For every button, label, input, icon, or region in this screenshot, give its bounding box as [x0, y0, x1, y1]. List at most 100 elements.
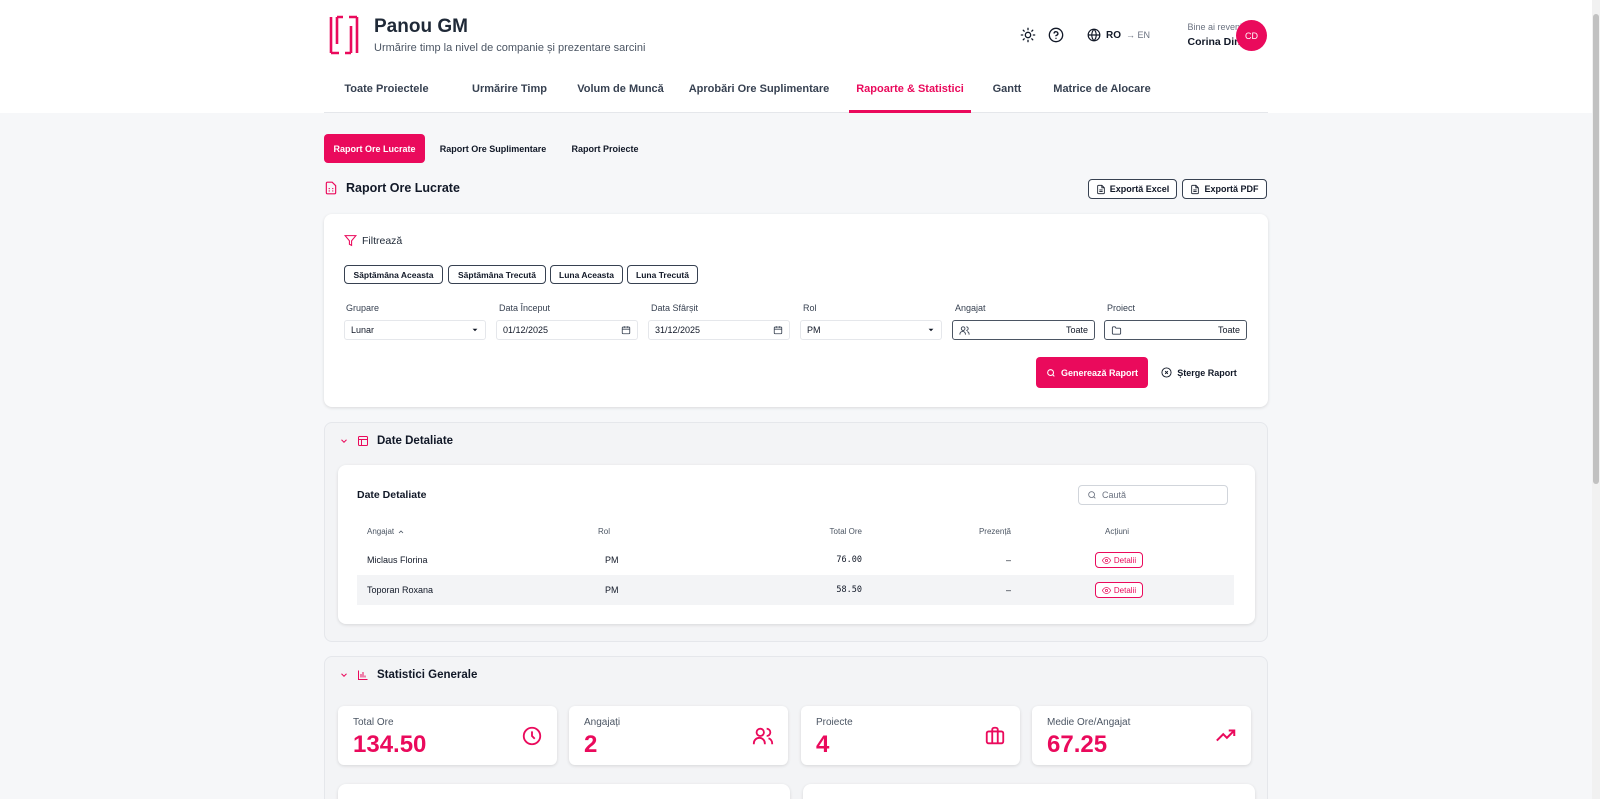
tab-time-tracking[interactable]: Urmărire Timp: [462, 72, 557, 113]
subtab-projects[interactable]: Raport Proiecte: [565, 134, 645, 163]
cell-total-hours: 76.00: [836, 555, 862, 565]
tab-overtime-approvals[interactable]: Aprobări Ore Suplimentare: [684, 72, 834, 113]
clear-report-label: Șterge Raport: [1177, 367, 1237, 378]
filter-card: Filtrează Săptămâna Aceasta Săptămâna Tr…: [324, 214, 1268, 407]
role-label: Rol: [803, 303, 817, 313]
cell-presence: –: [1005, 555, 1011, 565]
globe-icon: [1087, 28, 1101, 42]
search-icon: [1046, 368, 1056, 378]
help-icon[interactable]: [1048, 27, 1064, 43]
subtab-worked-hours[interactable]: Raport Ore Lucrate: [324, 134, 425, 163]
filter-title: Filtrează: [362, 234, 403, 247]
details-section: Date Detaliate Date Detaliate Caută Anga…: [324, 422, 1268, 642]
table-row: Miclaus Florina PM 76.00 – Detalii: [357, 545, 1234, 575]
app-header: Panou GM Urmărire timp la nivel de compa…: [324, 0, 1268, 70]
scrollbar-thumb[interactable]: [1593, 14, 1599, 484]
report-title: Raport Ore Lucrate: [346, 181, 460, 195]
details-card: Date Detaliate Caută Angajat Rol Total O…: [338, 465, 1255, 624]
grouping-label: Grupare: [346, 303, 380, 313]
column-header-presence[interactable]: Prezență: [968, 527, 1011, 536]
search-icon: [1087, 490, 1097, 500]
tab-all-projects[interactable]: Toate Proiectele: [324, 72, 449, 113]
caret-down-icon: [471, 326, 479, 334]
role-value: PM: [807, 325, 821, 335]
column-employee-label: Angajat: [367, 527, 395, 536]
filter-header: Filtrează: [344, 234, 402, 247]
report-header: Raport Ore Lucrate: [324, 180, 460, 196]
close-circle-icon: [1161, 367, 1172, 378]
stats-section: Statistici Generale Total Ore 134.50 Ang…: [324, 656, 1268, 799]
column-header-actions: Acțiuni: [1105, 527, 1130, 536]
language-current: RO: [1106, 29, 1121, 41]
subtab-overtime[interactable]: Raport Ore Suplimentare: [433, 134, 553, 163]
calendar-icon: [773, 325, 783, 335]
project-label: Proiect: [1107, 303, 1136, 313]
preset-this-month[interactable]: Luna Aceasta: [550, 265, 623, 284]
stat-card-total-hours: Total Ore 134.50: [338, 706, 557, 765]
preset-this-week[interactable]: Săptămâna Aceasta: [344, 265, 443, 284]
welcome-text: Bine ai revenit,: [1187, 22, 1247, 32]
users-icon: [959, 325, 970, 336]
users-icon: [752, 725, 774, 747]
tab-reports-statistics[interactable]: Rapoarte & Statistici: [849, 72, 971, 113]
caret-down-icon: [927, 326, 935, 334]
stats-section-header[interactable]: Statistici Generale: [339, 669, 477, 681]
stat-card-projects: Proiecte 4: [801, 706, 1020, 765]
end-date-label: Data Sfârșit: [651, 303, 699, 313]
grouping-value: Lunar: [351, 325, 375, 335]
stats-section-title: Statistici Generale: [377, 669, 478, 681]
grouping-select[interactable]: Lunar: [344, 320, 486, 340]
details-button[interactable]: Detalii: [1095, 552, 1143, 568]
generate-report-button[interactable]: Generează Raport: [1036, 357, 1148, 388]
stat-label: Total Ore: [353, 717, 394, 728]
briefcase-icon: [984, 725, 1006, 747]
tab-workload[interactable]: Volum de Muncă: [568, 72, 673, 113]
chevron-down-icon: [339, 670, 349, 680]
cell-employee: Miclaus Florina: [367, 555, 428, 565]
tab-allocation-matrix[interactable]: Matrice de Alocare: [1040, 72, 1164, 113]
start-date-label: Data Început: [499, 303, 551, 313]
employee-picker[interactable]: Toate: [952, 320, 1095, 340]
file-icon: [1190, 184, 1200, 195]
column-header-total-hours[interactable]: Total Ore: [818, 527, 862, 536]
preset-last-week[interactable]: Săptămâna Trecută: [448, 265, 546, 284]
cell-presence: –: [1005, 585, 1011, 595]
end-date-input[interactable]: 31/12/2025: [648, 320, 790, 340]
employee-value: Toate: [1065, 325, 1088, 335]
cell-employee: Toporan Roxana: [367, 585, 434, 595]
project-picker[interactable]: Toate: [1104, 320, 1247, 340]
user-name: Corina Dinu: [1187, 36, 1248, 48]
export-pdf-button[interactable]: Exportă PDF: [1182, 179, 1267, 199]
cell-role: PM: [605, 555, 619, 565]
app-title: Panou GM: [374, 16, 468, 37]
role-select[interactable]: PM: [800, 320, 942, 340]
export-excel-button[interactable]: Exportă Excel: [1088, 179, 1177, 199]
app-subtitle: Urmărire timp la nivel de companie și pr…: [374, 42, 646, 54]
eye-icon: [1101, 586, 1111, 595]
stat-card-employees: Angajați 2: [569, 706, 788, 765]
export-excel-label: Exportă Excel: [1109, 184, 1170, 194]
welcome-block: Bine ai revenit, Corina Dinu: [1144, 22, 1247, 48]
trending-up-icon: [1215, 725, 1237, 747]
cell-role: PM: [605, 585, 619, 595]
column-header-role[interactable]: Rol: [598, 527, 610, 536]
clear-report-button[interactable]: Șterge Raport: [1160, 357, 1238, 388]
sun-icon[interactable]: [1020, 27, 1036, 43]
details-section-header[interactable]: Date Detaliate: [339, 435, 453, 447]
export-pdf-label: Exportă PDF: [1204, 184, 1259, 194]
sort-up-icon: [397, 528, 405, 536]
start-date-input[interactable]: 01/12/2025: [496, 320, 638, 340]
chart-card-left: [338, 784, 790, 799]
end-date-value: 31/12/2025: [655, 325, 701, 335]
search-placeholder: Caută: [1102, 490, 1127, 500]
details-button-label: Detalii: [1113, 585, 1137, 595]
clock-icon: [521, 725, 543, 747]
language-switch[interactable]: RO → EN: [1087, 28, 1150, 42]
details-button[interactable]: Detalii: [1095, 582, 1143, 598]
tab-gantt[interactable]: Gantt: [987, 72, 1027, 113]
search-input[interactable]: Caută: [1078, 485, 1228, 505]
report-file-icon: [324, 180, 338, 196]
preset-last-month[interactable]: Luna Trecută: [627, 265, 698, 284]
column-header-employee[interactable]: Angajat: [367, 527, 405, 536]
avatar[interactable]: CD: [1236, 20, 1267, 51]
